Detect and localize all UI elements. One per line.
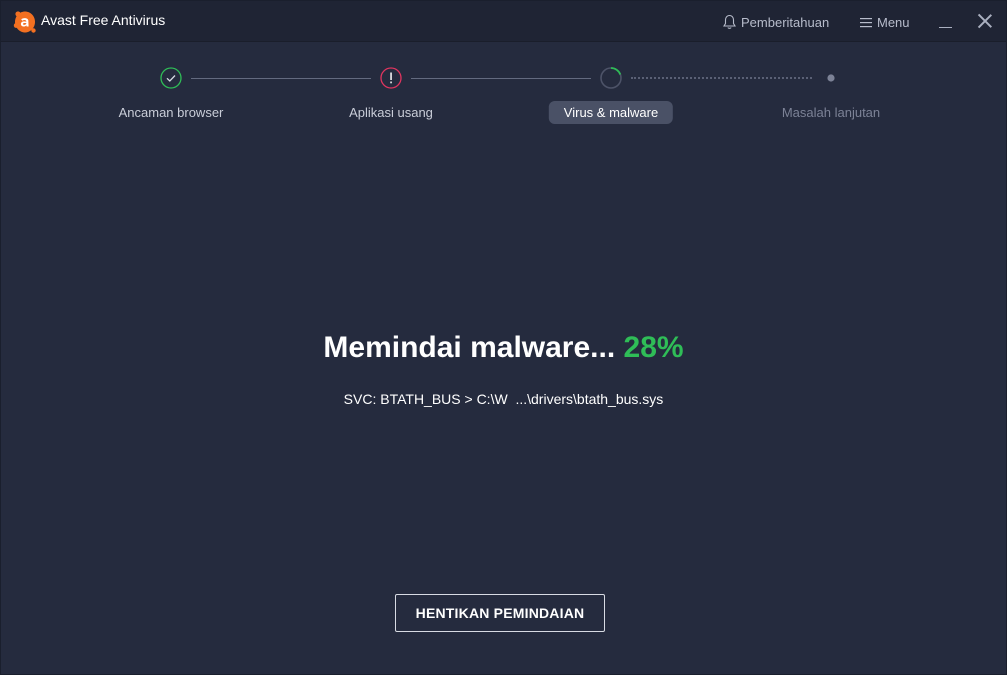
minimize-button[interactable] <box>937 11 955 31</box>
step-label-browser: Ancaman browser <box>118 105 224 120</box>
avast-logo-icon <box>13 11 36 33</box>
check-icon <box>160 67 182 89</box>
scan-percent: 28% <box>623 331 684 364</box>
close-button[interactable] <box>976 12 994 30</box>
menu-button[interactable]: Menu <box>860 13 910 31</box>
step-connector <box>191 78 371 79</box>
bell-icon <box>723 14 736 29</box>
title-bar: Avast Free Antivirus Pemberitahuan Menu <box>1 1 1006 42</box>
pending-dot-icon <box>827 74 835 82</box>
step-connector <box>411 78 591 79</box>
step-label-virus: Virus & malware <box>548 101 674 124</box>
progress-ring-icon <box>600 67 622 89</box>
hamburger-icon <box>860 17 872 27</box>
notifications-button[interactable]: Pemberitahuan <box>722 13 829 31</box>
app-title: Avast Free Antivirus <box>41 12 166 28</box>
step-connector-pending <box>631 77 812 79</box>
scan-heading-text: Memindai malware... <box>323 331 616 364</box>
warning-icon <box>380 67 402 89</box>
notifications-label: Pemberitahuan <box>741 14 830 30</box>
step-label-advanced: Masalah lanjutan <box>781 105 881 120</box>
menu-label: Menu <box>877 14 910 30</box>
step-label-apps: Aplikasi usang <box>349 105 433 120</box>
current-scan-file: SVC: BTATH_BUS > C:\W ...\drivers\btath_… <box>343 391 664 407</box>
scan-heading: Memindai malware... 28% <box>0 331 1007 365</box>
stop-scan-button[interactable]: HENTIKAN PEMINDAIAN <box>395 594 605 632</box>
